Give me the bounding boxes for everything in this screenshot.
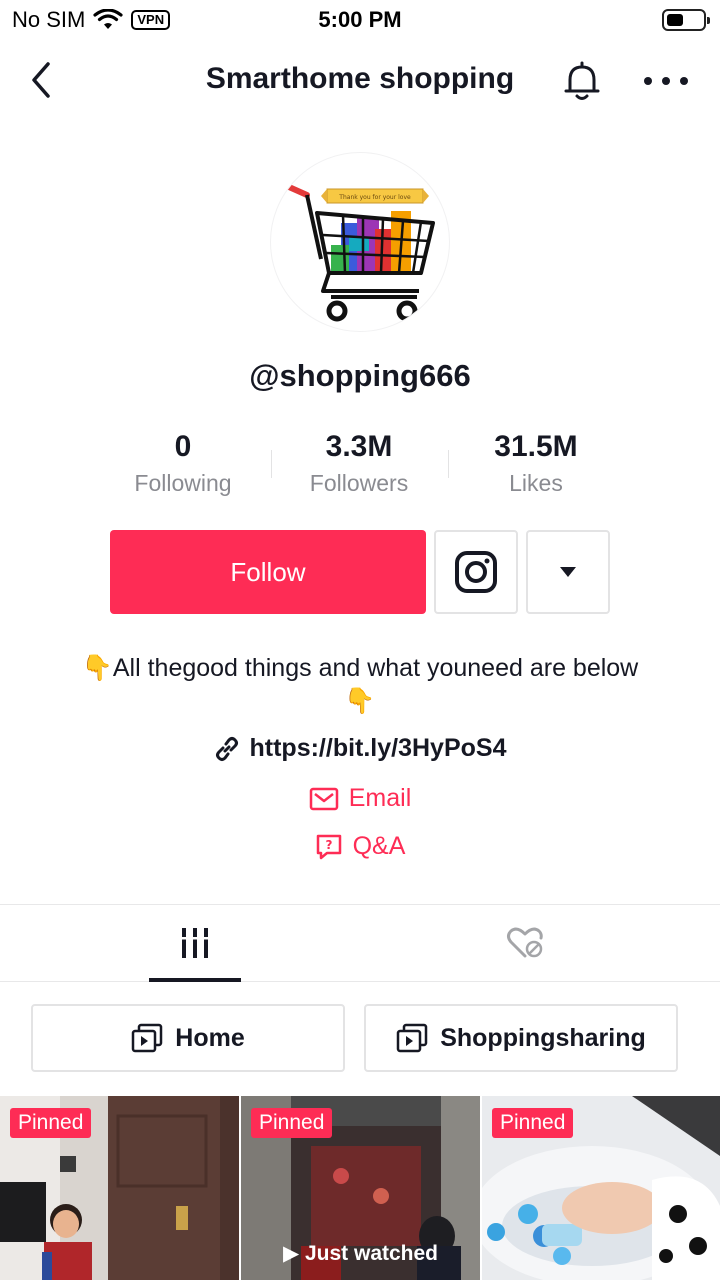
tab-videos[interactable] (15, 905, 375, 981)
playlist-home[interactable]: Home (31, 1004, 345, 1072)
liked-hidden-icon (507, 927, 543, 958)
follow-button[interactable]: Follow (110, 530, 426, 614)
email-button[interactable]: Email (0, 784, 720, 813)
video-thumbnail[interactable]: Pinned ▶ Just watched (241, 1096, 480, 1280)
notification-bell-button[interactable] (558, 58, 606, 106)
page-title-text: Smarthome shopping (205, 62, 515, 95)
playlist-shoppingsharing[interactable]: Shoppingsharing (364, 1004, 678, 1072)
profile-tabs (0, 904, 720, 982)
stat-label: Followers (309, 470, 409, 496)
tab-liked[interactable] (345, 905, 705, 981)
just-watched-label: ▶ Just watched (282, 1242, 439, 1265)
qa-button[interactable]: ? Q&A (0, 832, 720, 861)
more-dots-icon (644, 77, 688, 85)
playlist-label: Shoppingsharing (440, 1023, 646, 1052)
profile-stats: 0 Following 3.3M Followers 31.5M Likes (0, 428, 720, 508)
status-time: 5:00 PM (318, 7, 402, 32)
avatar-banner-text: Thank you for your love (338, 194, 411, 201)
bell-icon (564, 61, 600, 100)
username: @shopping666 (249, 358, 471, 393)
page-title: Smarthome shopping (0, 62, 720, 96)
instagram-icon (455, 551, 497, 593)
video-thumbnail[interactable]: Pinned (0, 1096, 239, 1280)
video-thumbnail[interactable]: Pinned (482, 1096, 720, 1280)
pinned-badge: Pinned (251, 1108, 333, 1138)
email-label: Email (348, 784, 412, 812)
battery-level (667, 14, 683, 26)
bio-link-text: https://bit.ly/3HyPoS4 (249, 734, 507, 762)
pinned-badge: Pinned (10, 1108, 92, 1138)
qa-label: Q&A (352, 832, 406, 860)
pinned-badge: Pinned (492, 1108, 574, 1138)
stat-label: Likes (509, 470, 563, 496)
shopping-cart-logo: Thank you for your love (286, 184, 435, 322)
stat-label: Following (134, 470, 232, 496)
playlist-icon (132, 1023, 163, 1053)
avatar[interactable]: Thank you for your love (270, 152, 450, 332)
bio-link[interactable]: https://bit.ly/3HyPoS4 (0, 734, 720, 763)
battery-icon (662, 9, 710, 31)
qa-icon: ? (316, 834, 341, 859)
instagram-button[interactable] (434, 530, 518, 614)
more-options-button[interactable] (640, 66, 692, 96)
playlist-icon (396, 1023, 428, 1053)
video-grid: Pinned Pinned ▶ Just watched Pinned (0, 1096, 720, 1280)
stat-value: 3.3M (325, 430, 393, 463)
stat-followers[interactable]: 3.3M Followers (269, 428, 449, 500)
stat-likes[interactable]: 31.5M Likes (446, 428, 626, 500)
triangle-down-icon (560, 567, 576, 577)
suggested-accounts-dropdown[interactable] (526, 530, 610, 614)
bio-text: 👇All thegood things and what youneed are… (81, 654, 639, 715)
videos-grid-icon (179, 928, 211, 958)
stat-value: 0 (174, 430, 192, 463)
top-nav: Smarthome shopping (0, 40, 720, 124)
stat-following[interactable]: 0 Following (93, 428, 273, 500)
link-icon (215, 736, 238, 761)
email-icon (309, 787, 338, 810)
playlist-label: Home (175, 1023, 245, 1052)
active-tab-indicator (149, 978, 241, 982)
status-bar: No SIM VPN 5:00 PM (0, 0, 720, 40)
svg-text:?: ? (325, 838, 332, 852)
stat-value: 31.5M (494, 430, 578, 463)
